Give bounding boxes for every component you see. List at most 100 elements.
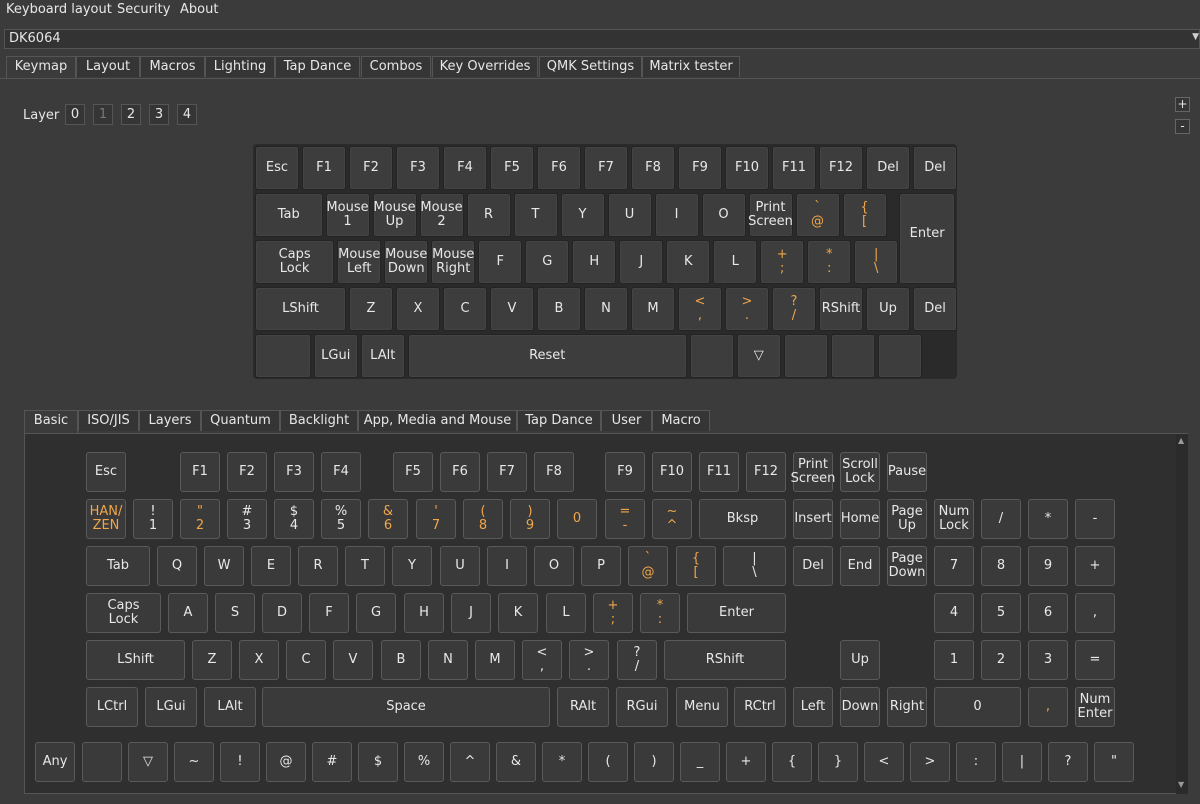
keymap-key-i[interactable]: I [654,193,699,237]
palette-key-i[interactable]: I [487,546,527,586]
palette-key-down[interactable]: Down [840,687,880,727]
tab-key-overrides[interactable]: Key Overrides [432,56,538,77]
palette-scrollbar[interactable] [1176,434,1188,794]
palette-key-menu[interactable]: Menu [676,687,728,727]
keymap-key-symbol[interactable]: * : [807,240,852,284]
keymap-key-lalt[interactable]: LAlt [360,334,405,378]
palette-key-symbol[interactable]: + ; [593,593,633,633]
keymap-key-b[interactable]: B [537,287,581,331]
palette-key-rctrl[interactable]: RCtrl [734,687,786,727]
keymap-key-mouse-down[interactable]: Mouse Down [384,240,429,284]
palette-key-s[interactable]: S [215,593,255,633]
keymap-key-y[interactable]: Y [560,193,605,237]
menu-keyboard-layout[interactable]: Keyboard layout [6,2,112,17]
palette-key-d[interactable]: D [262,593,302,633]
palette-key-ralt[interactable]: RAlt [557,687,609,727]
palette-key-symbol[interactable]: * [542,742,582,782]
keymap-key-mouse-up[interactable]: Mouse Up [372,193,417,237]
layer-button-2[interactable]: 2 [121,104,141,125]
palette-key-k[interactable]: K [498,593,538,633]
keymap-key-r[interactable]: R [466,193,511,237]
scroll-up-icon[interactable]: ▲ [1178,436,1184,445]
palette-key-lctrl[interactable]: LCtrl [86,687,138,727]
palette-key-symbol[interactable]: > [910,742,950,782]
palette-key-lshift[interactable]: LShift [86,640,185,680]
palette-key-symbol[interactable]: & [496,742,536,782]
palette-key-symbol[interactable]: | [1002,742,1042,782]
palette-key-4[interactable]: 4 [934,593,974,633]
keymap-key-del[interactable]: Del [866,146,910,190]
palette-key-symbol[interactable]: { [772,742,812,782]
palette-key-symbol[interactable]: { [ [676,546,716,586]
keymap-key-rshift[interactable]: RShift [819,287,863,331]
palette-key-symbol[interactable]: ) [634,742,674,782]
palette-tab-tap-dance[interactable]: Tap Dance [517,410,601,431]
palette-key-6[interactable]: 6 [1028,593,1068,633]
layer-button-0[interactable]: 0 [65,104,85,125]
palette-key-han-zen[interactable]: HAN/ ZEN [86,499,126,539]
device-select[interactable]: DK6064 ▼ [4,29,1200,49]
palette-key-u[interactable]: U [440,546,480,586]
keymap-key-f3[interactable]: F3 [396,146,440,190]
palette-key-3[interactable]: 3 [1028,640,1068,680]
palette-key-del[interactable]: Del [793,546,833,586]
palette-key-a[interactable]: A [168,593,208,633]
palette-key-2[interactable]: " 2 [180,499,220,539]
palette-key-symbol[interactable]: ~ ^ [652,499,692,539]
keymap-key-z[interactable]: Z [349,287,393,331]
keymap-key-h[interactable]: H [572,240,617,284]
palette-key-j[interactable]: J [451,593,491,633]
palette-key-symbol[interactable]: ? / [617,640,657,680]
keymap-key-esc[interactable]: Esc [255,146,299,190]
palette-key-f6[interactable]: F6 [440,452,480,492]
palette-key-q[interactable]: Q [157,546,197,586]
palette-key-3[interactable]: # 3 [227,499,267,539]
palette-key-symbol[interactable]: % [404,742,444,782]
palette-key-bksp[interactable]: Bksp [699,499,786,539]
palette-key-g[interactable]: G [356,593,396,633]
palette-key-any[interactable]: Any [35,742,75,782]
keymap-key-mouse-right[interactable]: Mouse Right [431,240,476,284]
keymap-key-enter[interactable]: Enter [899,193,955,284]
palette-key-symbol[interactable]: / [981,499,1021,539]
palette-key-symbol[interactable]: < , [522,640,562,680]
palette-key-symbol[interactable]: = [1075,640,1115,680]
keymap-key-f[interactable]: F [478,240,523,284]
tab-keymap[interactable]: Keymap [6,56,76,79]
palette-key-5[interactable]: 5 [981,593,1021,633]
palette-key-w[interactable]: W [204,546,244,586]
palette-key-num-enter[interactable]: Num Enter [1075,687,1115,727]
palette-key-7[interactable]: 7 [934,546,974,586]
palette-key-9[interactable]: 9 [1028,546,1068,586]
palette-key-up[interactable]: Up [840,640,880,680]
keymap-key-mouse-left[interactable]: Mouse Left [337,240,382,284]
palette-key-symbol[interactable]: ^ [450,742,490,782]
palette-key-num-lock[interactable]: Num Lock [934,499,974,539]
palette-key-right[interactable]: Right [887,687,927,727]
palette-key-8[interactable]: 8 [981,546,1021,586]
palette-key-symbol[interactable]: + [726,742,766,782]
keymap-key-f4[interactable]: F4 [443,146,487,190]
palette-key-symbol[interactable]: * [1028,499,1068,539]
palette-key-l[interactable]: L [546,593,586,633]
keymap-key-lgui[interactable]: LGui [313,334,358,378]
palette-key-f5[interactable]: F5 [393,452,433,492]
palette-key-symbol[interactable]: $ [358,742,398,782]
palette-key-8[interactable]: ( 8 [463,499,503,539]
keymap-key-f10[interactable]: F10 [725,146,769,190]
palette-key-space[interactable]: Space [262,687,550,727]
layer-button-1[interactable]: 1 [93,104,113,125]
palette-key-page-up[interactable]: Page Up [887,499,927,539]
tab-combos[interactable]: Combos [361,56,431,77]
palette-key-m[interactable]: M [475,640,515,680]
palette-key-pause[interactable]: Pause [887,452,927,492]
palette-key-caps-lock[interactable]: Caps Lock [86,593,161,633]
palette-key-f[interactable]: F [309,593,349,633]
palette-key-symbol[interactable]: : [956,742,996,782]
palette-key-lalt[interactable]: LAlt [204,687,256,727]
palette-tab-layers[interactable]: Layers [139,410,201,431]
keymap-key-j[interactable]: J [619,240,664,284]
palette-key-6[interactable]: & 6 [368,499,408,539]
keymap-key-f5[interactable]: F5 [490,146,534,190]
palette-key-v[interactable]: V [333,640,373,680]
